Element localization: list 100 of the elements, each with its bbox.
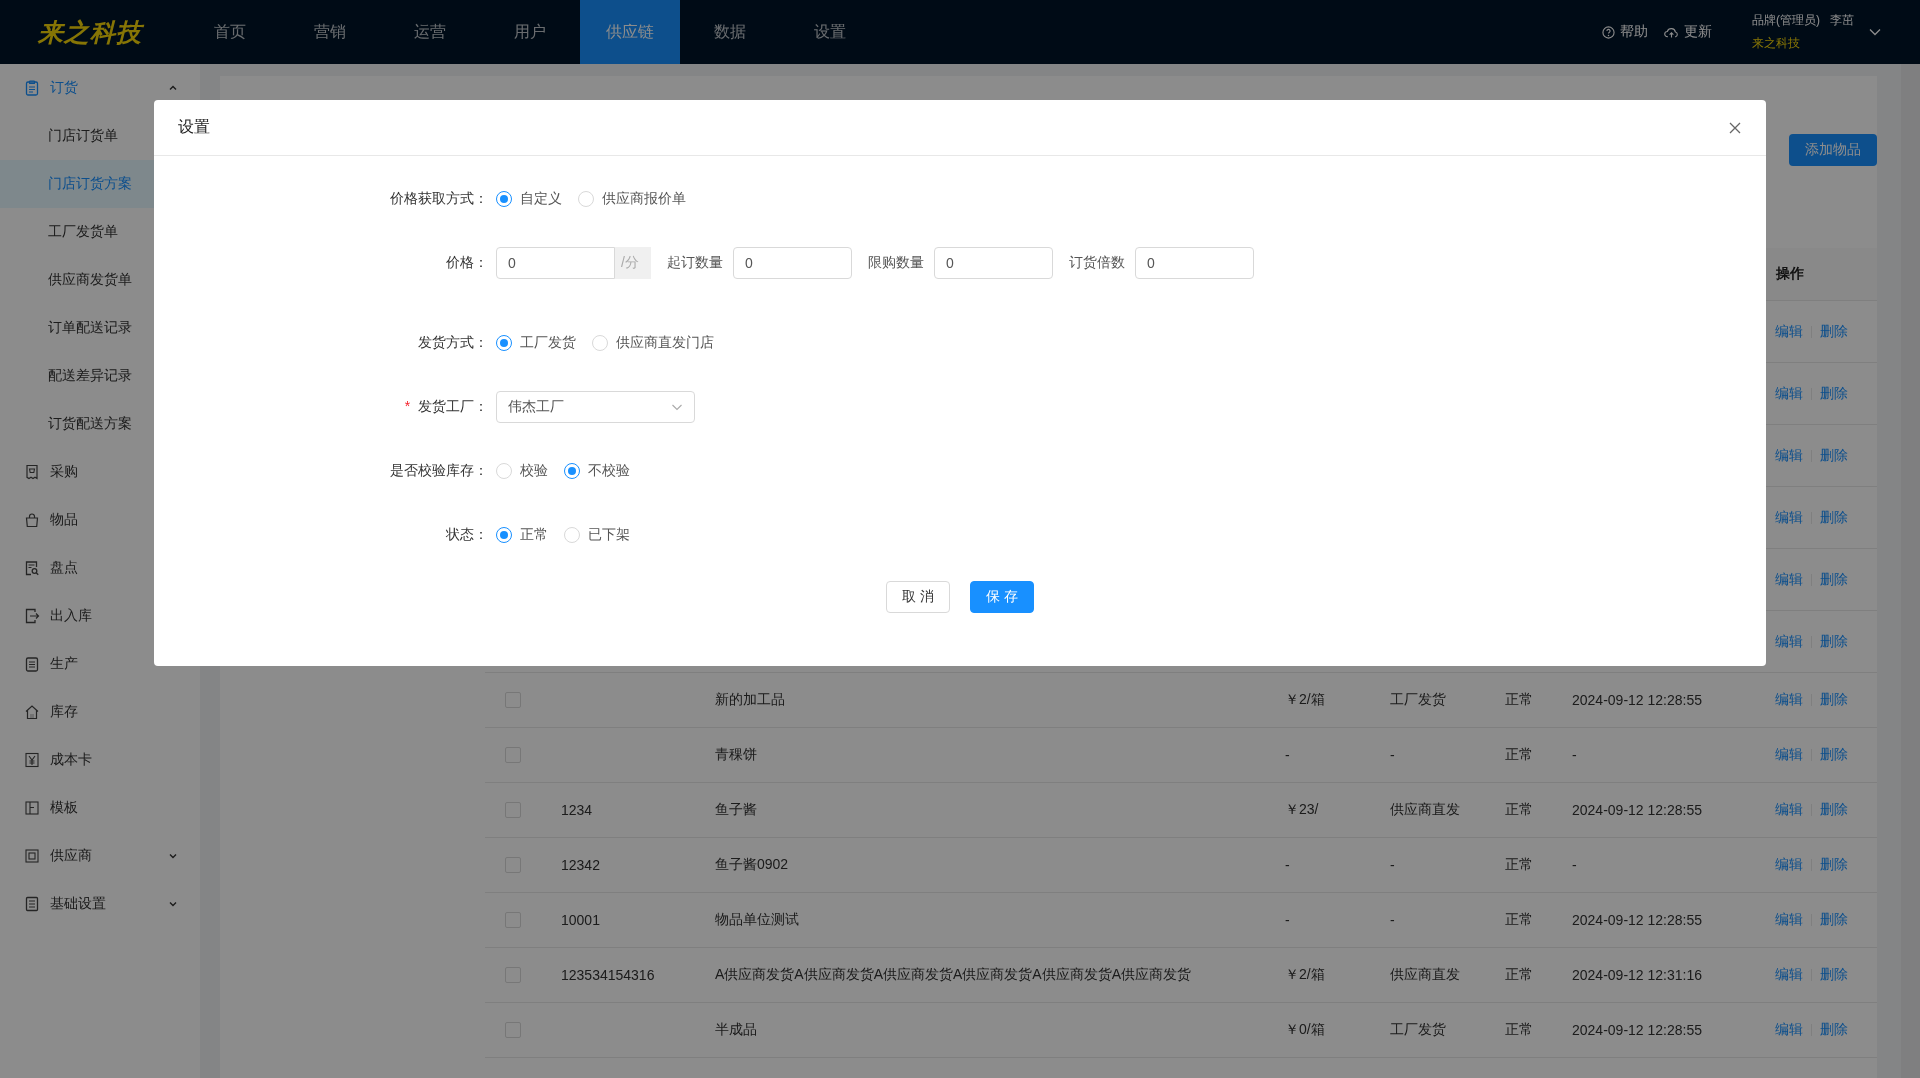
column-header: 操作: [1776, 265, 1805, 283]
table-cell: ￥0/箱: [1285, 1021, 1325, 1039]
delete-link[interactable]: 删除: [1820, 446, 1848, 465]
table-cell: -: [1390, 912, 1395, 928]
table-cell: 供应商直发: [1390, 966, 1460, 984]
edit-link[interactable]: 编辑: [1775, 322, 1803, 341]
nav-tab[interactable]: 设置: [780, 0, 880, 64]
table-cell: 鱼子酱0902: [715, 856, 789, 874]
table-cell: -: [1390, 747, 1395, 763]
input-field[interactable]: 0: [1135, 247, 1254, 279]
document-arrow-icon: [24, 608, 40, 624]
table-cell: 鱼子酱: [715, 801, 757, 819]
cloud-icon: [1664, 25, 1679, 39]
table-cell: 正常: [1505, 966, 1533, 984]
edit-link[interactable]: 编辑: [1775, 911, 1803, 929]
edit-link[interactable]: 编辑: [1775, 508, 1803, 527]
table-cell: ￥23/: [1285, 801, 1319, 819]
edit-link[interactable]: 编辑: [1775, 746, 1803, 764]
select-field[interactable]: 伟杰工厂: [496, 391, 695, 423]
table-cell: 2024-09-12 12:28:55: [1572, 912, 1702, 928]
sidebar-item[interactable]: 出入库: [0, 592, 200, 640]
table-cell: 供应商直发: [1390, 801, 1460, 819]
save-button[interactable]: 保 存: [970, 581, 1034, 613]
edit-link[interactable]: 编辑: [1775, 801, 1803, 819]
radio-option[interactable]: 工厂发货: [496, 334, 576, 352]
radio-option[interactable]: 不校验: [564, 462, 630, 480]
nav-tab[interactable]: 用户: [480, 0, 580, 64]
radio-option[interactable]: 校验: [496, 462, 548, 480]
field-label: 限购数量: [868, 254, 924, 272]
table-cell: -: [1390, 857, 1395, 873]
edit-link[interactable]: 编辑: [1775, 856, 1803, 874]
nav-tab[interactable]: 营销: [280, 0, 380, 64]
sidebar-item[interactable]: 供应商: [0, 832, 200, 880]
sidebar-item[interactable]: 库存: [0, 688, 200, 736]
sidebar-item[interactable]: 采购: [0, 448, 200, 496]
user-role: 品牌(管理员): [1752, 12, 1820, 29]
delete-link[interactable]: 删除: [1820, 322, 1848, 341]
table-cell: 正常: [1505, 801, 1533, 819]
update-link[interactable]: 更新: [1664, 23, 1712, 41]
table-cell: 2024-09-12 12:31:16: [1572, 967, 1702, 983]
delete-link[interactable]: 删除: [1820, 801, 1848, 819]
field-label: 发货工厂：: [418, 398, 488, 414]
input-field[interactable]: 0: [733, 247, 852, 279]
delete-link[interactable]: 删除: [1820, 966, 1848, 984]
field-label: 价格：: [446, 254, 488, 270]
table-cell: 正常: [1505, 856, 1533, 874]
nav-tab[interactable]: 数据: [680, 0, 780, 64]
table-cell: 青稞饼: [715, 746, 757, 764]
radio-option[interactable]: 供应商报价单: [578, 190, 686, 208]
edit-link[interactable]: 编辑: [1775, 1021, 1803, 1039]
delete-link[interactable]: 删除: [1820, 632, 1848, 651]
brand-logo: 来之科技: [36, 16, 145, 48]
nav-tab[interactable]: 首页: [180, 0, 280, 64]
radio-option[interactable]: 自定义: [496, 190, 562, 208]
delete-link[interactable]: 删除: [1820, 911, 1848, 929]
edit-link[interactable]: 编辑: [1775, 691, 1803, 709]
company-name: 来之科技: [1752, 35, 1801, 52]
radio-option[interactable]: 已下架: [564, 526, 630, 544]
edit-link[interactable]: 编辑: [1775, 446, 1803, 465]
sidebar-item[interactable]: 物品: [0, 496, 200, 544]
radio-option[interactable]: 正常: [496, 526, 548, 544]
table-cell: A供应商发货A供应商发货A供应商发货A供应商发货A供应商发货A供应商发货: [715, 966, 1192, 984]
table-cell: 2024-09-12 12:28:55: [1572, 802, 1702, 818]
input-field[interactable]: 0: [934, 247, 1053, 279]
add-item-button[interactable]: 添加物品: [1789, 134, 1877, 166]
delete-link[interactable]: 删除: [1820, 856, 1848, 874]
table-cell: 正常: [1505, 1021, 1533, 1039]
table-cell: ￥2/箱: [1285, 691, 1325, 709]
delete-link[interactable]: 删除: [1820, 384, 1848, 403]
close-icon[interactable]: [1728, 120, 1742, 135]
table-cell: 1234: [561, 802, 593, 818]
sidebar-item[interactable]: 基础设置: [0, 880, 200, 928]
edit-link[interactable]: 编辑: [1775, 632, 1803, 651]
clipboard-icon: [24, 80, 40, 96]
nav-tab[interactable]: 运营: [380, 0, 480, 64]
required-mark: *: [404, 398, 411, 414]
delete-link[interactable]: 删除: [1820, 570, 1848, 589]
sidebar-item[interactable]: 模板: [0, 784, 200, 832]
nav-tab[interactable]: 供应链: [580, 0, 680, 64]
input-field[interactable]: 0: [496, 247, 615, 279]
delete-link[interactable]: 删除: [1820, 691, 1848, 709]
table-cell: -: [1285, 912, 1290, 928]
sidebar-item[interactable]: 生产: [0, 640, 200, 688]
sidebar-item[interactable]: 成本卡: [0, 736, 200, 784]
layout-icon: [24, 800, 40, 816]
sidebar-item[interactable]: 盘点: [0, 544, 200, 592]
help-link[interactable]: 帮助: [1602, 23, 1648, 41]
table-cell: -: [1285, 857, 1290, 873]
edit-link[interactable]: 编辑: [1775, 384, 1803, 403]
edit-link[interactable]: 编辑: [1775, 570, 1803, 589]
document-search-icon: [24, 560, 40, 576]
sidebar-item[interactable]: 订货: [0, 64, 200, 112]
delete-link[interactable]: 删除: [1820, 746, 1848, 764]
radio-option[interactable]: 供应商直发门店: [592, 334, 714, 352]
unit-addon: /分: [615, 247, 651, 279]
delete-link[interactable]: 删除: [1820, 508, 1848, 527]
delete-link[interactable]: 删除: [1820, 1021, 1848, 1039]
table-cell: -: [1285, 747, 1290, 763]
cancel-button[interactable]: 取 消: [886, 581, 950, 613]
edit-link[interactable]: 编辑: [1775, 966, 1803, 984]
